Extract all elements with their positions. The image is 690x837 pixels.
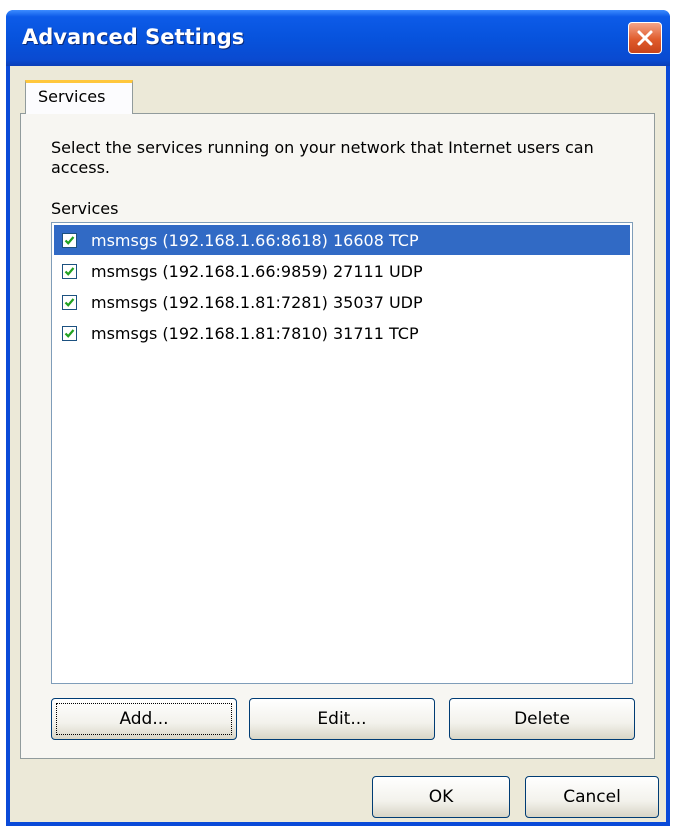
cancel-button-label: Cancel [563,787,621,807]
add-button[interactable]: Add... [51,698,237,740]
service-checkbox[interactable] [62,263,77,279]
tab-services[interactable]: Services [25,80,133,114]
delete-button[interactable]: Delete [449,698,635,740]
service-row[interactable]: msmsgs (192.168.1.81:7281) 35037 UDP [54,287,630,317]
service-row[interactable]: msmsgs (192.168.1.66:8618) 16608 TCP [54,225,630,255]
checkmark-icon [64,266,75,276]
checkmark-icon [64,297,75,307]
ok-button-label: OK [428,787,454,807]
checkmark-icon [64,328,75,338]
delete-button-label: Delete [514,709,570,729]
edit-button[interactable]: Edit... [249,698,435,740]
services-list[interactable]: msmsgs (192.168.1.66:8618) 16608 TCP msm… [51,222,633,684]
service-label: msmsgs (192.168.1.66:8618) 16608 TCP [91,230,419,250]
dialog-client-area: Services Select the services running on … [10,66,666,822]
service-checkbox[interactable] [62,325,77,341]
title-bar[interactable]: Advanced Settings [6,10,670,66]
services-list-label: Services [51,199,119,218]
checkmark-icon [64,235,75,245]
ok-button[interactable]: OK [372,776,510,818]
focus-rectangle [56,703,232,735]
service-row[interactable]: msmsgs (192.168.1.81:7810) 31711 TCP [54,318,630,348]
service-checkbox[interactable] [62,232,77,248]
services-tab-panel: Select the services running on your netw… [20,113,655,759]
service-row[interactable]: msmsgs (192.168.1.66:9859) 27111 UDP [54,256,630,286]
service-label: msmsgs (192.168.1.81:7810) 31711 TCP [91,323,419,343]
window-title: Advanced Settings [22,25,245,49]
close-button[interactable] [628,22,662,54]
close-icon [637,30,653,46]
advanced-settings-dialog: Advanced Settings Services Select the se… [6,10,670,826]
cancel-button[interactable]: Cancel [525,776,659,818]
description-text: Select the services running on your netw… [51,138,594,177]
service-label: msmsgs (192.168.1.81:7281) 35037 UDP [91,292,423,312]
service-label: msmsgs (192.168.1.66:9859) 27111 UDP [91,261,423,281]
edit-button-label: Edit... [317,709,367,729]
service-checkbox[interactable] [62,294,77,310]
